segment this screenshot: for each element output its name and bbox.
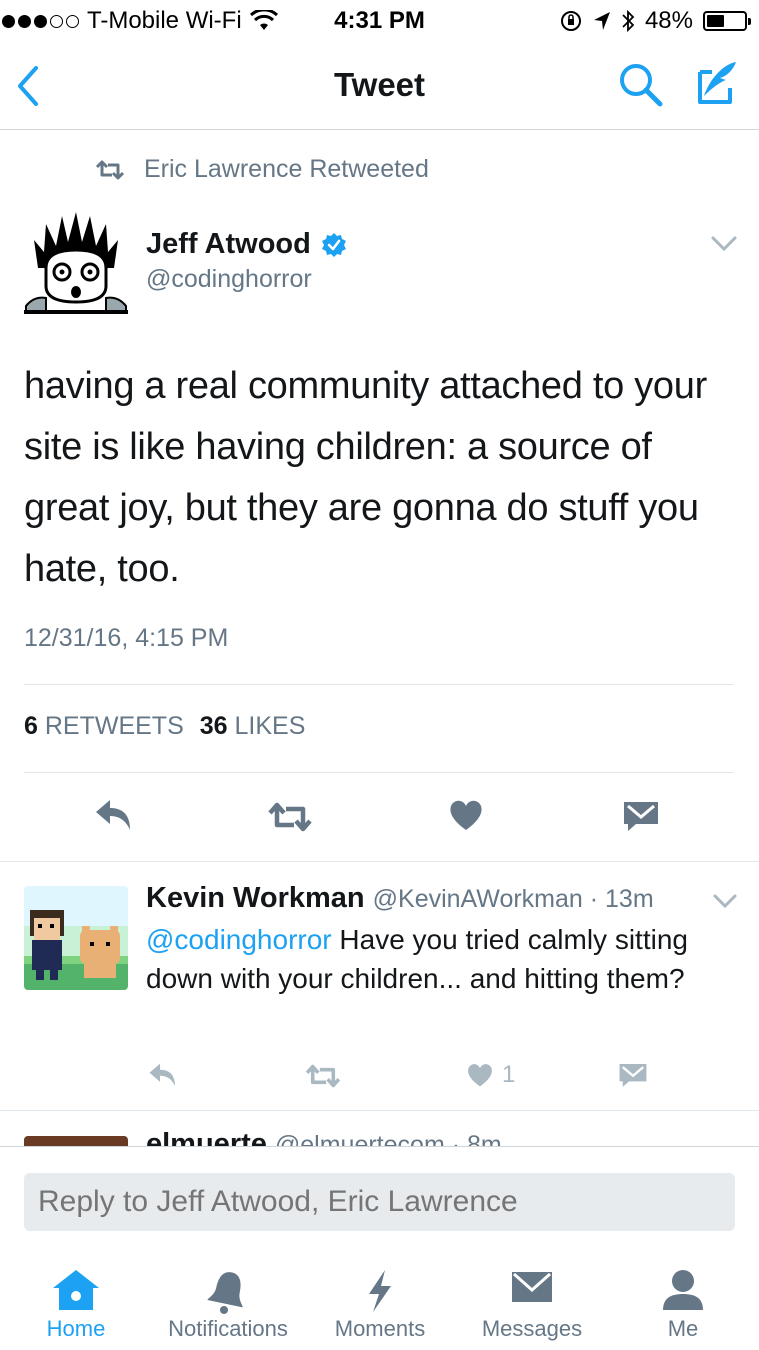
tweet-stats: 6 RETWEETS 36 LIKES (24, 712, 305, 741)
bluetooth-icon (622, 9, 635, 33)
author-handle[interactable]: @codinghorror (146, 265, 312, 294)
lightning-icon (369, 1270, 391, 1312)
nav-bar: Tweet (0, 44, 759, 130)
tweet-timestamp: 12/31/16, 4:15 PM (24, 624, 229, 652)
tab-me[interactable]: Me (607, 1254, 759, 1350)
retweet-context: Eric Lawrence Retweeted (94, 155, 429, 184)
reply-actions (0, 1058, 759, 1092)
tab-notifications[interactable]: Notifications (152, 1254, 304, 1350)
compose-icon[interactable] (690, 58, 740, 108)
reply-header: Kevin Workman @KevinAWorkman · 13m (146, 882, 654, 915)
reply-icon[interactable] (148, 1062, 178, 1088)
home-icon (53, 1270, 99, 1310)
retweet-icon (95, 160, 125, 179)
heart-icon[interactable] (466, 1062, 494, 1088)
envelope-icon[interactable] (622, 800, 660, 832)
tab-label: Home (46, 1316, 106, 1341)
battery-percent: 48% (644, 7, 693, 34)
retweets-label: RETWEETS (44, 712, 184, 740)
reply-like-count: 1 (502, 1061, 516, 1088)
next-reply-author-name[interactable]: elmuerte (146, 1128, 267, 1146)
next-reply-header: elmuerte @elmuertecom · 8m (146, 1128, 502, 1146)
avatar[interactable] (24, 210, 128, 314)
reply-text: @codinghorror Have you tried calmly sitt… (146, 920, 726, 998)
tweet-text: having a real community attached to your… (24, 365, 707, 590)
tab-messages[interactable]: Messages (456, 1254, 608, 1350)
battery-icon (703, 11, 751, 31)
retweets-count: 6 (24, 712, 38, 740)
likes-count: 36 (199, 712, 228, 740)
retweets-stat[interactable]: 6 RETWEETS (24, 712, 184, 741)
reply-avatar[interactable] (24, 886, 128, 990)
status-bar: T-Mobile Wi-Fi 4:31 PM 48% (0, 0, 759, 44)
status-right: 48% (559, 7, 751, 35)
divider (24, 772, 734, 773)
author-name[interactable]: Jeff Atwood (146, 228, 347, 261)
envelope-icon[interactable] (618, 1062, 648, 1088)
retweet-icon[interactable] (304, 1064, 342, 1088)
location-icon (593, 12, 610, 30)
tab-moments[interactable]: Moments (304, 1254, 456, 1350)
tab-label: Me (667, 1316, 699, 1341)
tweet-actions (0, 792, 759, 842)
orientation-lock-icon (560, 11, 581, 31)
heart-icon[interactable] (448, 798, 484, 832)
reply-input[interactable] (24, 1173, 735, 1231)
tab-home[interactable]: Home (0, 1254, 152, 1350)
likes-stat[interactable]: 36 LIKES (200, 712, 306, 741)
search-icon[interactable] (618, 62, 664, 108)
next-reply-meta: @elmuertecom · 8m (274, 1131, 502, 1146)
retweet-icon[interactable] (266, 802, 314, 832)
person-icon (663, 1270, 703, 1310)
retweeted-by-label[interactable]: Eric Lawrence Retweeted (144, 155, 429, 184)
author-name-text[interactable]: Jeff Atwood (146, 228, 311, 261)
tab-label: Moments (334, 1316, 426, 1341)
envelope-icon (512, 1272, 552, 1302)
reply-icon[interactable] (94, 798, 134, 832)
reply-mention[interactable]: @codinghorror (146, 924, 332, 955)
tab-label: Notifications (168, 1316, 288, 1341)
likes-label: LIKES (234, 712, 306, 740)
reply-composer (0, 1146, 759, 1254)
divider (24, 684, 734, 685)
reply-meta: @KevinAWorkman · 13m (372, 885, 654, 913)
verified-badge-icon (321, 232, 346, 257)
chevron-down-icon[interactable] (710, 235, 738, 253)
tab-bar: Home Notifications Moments Messages Me (0, 1254, 759, 1350)
separator (0, 1110, 759, 1111)
separator (0, 861, 759, 862)
chevron-down-icon[interactable] (712, 893, 738, 909)
reply-author-name[interactable]: Kevin Workman (146, 882, 365, 915)
bell-icon (207, 1272, 243, 1314)
tab-label: Messages (481, 1316, 583, 1341)
